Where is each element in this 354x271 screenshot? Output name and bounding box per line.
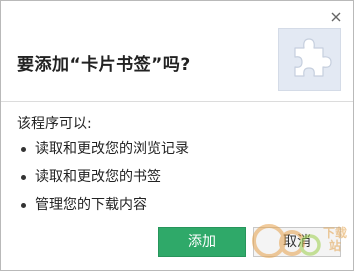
bullet-icon: [21, 175, 26, 180]
permissions-heading: 该程序可以:: [17, 116, 92, 132]
dialog-title: 要添加“卡片书签”吗?: [17, 55, 191, 75]
permission-item: 读取和更改您的书签: [21, 167, 189, 195]
permission-item: 管理您的下载内容: [21, 195, 189, 223]
permissions-list: 读取和更改您的浏览记录 读取和更改您的书签 管理您的下载内容: [21, 139, 189, 223]
divider: [1, 101, 353, 102]
bullet-icon: [21, 203, 26, 208]
close-button[interactable]: [329, 10, 343, 24]
permission-label: 读取和更改您的浏览记录: [35, 141, 189, 157]
add-button[interactable]: 添加: [158, 227, 246, 257]
close-icon: [329, 10, 343, 24]
permission-item: 读取和更改您的浏览记录: [21, 139, 189, 167]
extension-install-dialog: 要添加“卡片书签”吗? 该程序可以: 读取和更改您的浏览记录 读取和更改您的书签…: [0, 0, 354, 271]
permission-label: 管理您的下载内容: [35, 197, 147, 213]
cancel-button[interactable]: 取消: [253, 227, 341, 257]
puzzle-piece-icon: [287, 35, 333, 85]
bullet-icon: [21, 147, 26, 152]
extension-icon-box: [278, 28, 341, 91]
permission-label: 读取和更改您的书签: [35, 169, 161, 185]
